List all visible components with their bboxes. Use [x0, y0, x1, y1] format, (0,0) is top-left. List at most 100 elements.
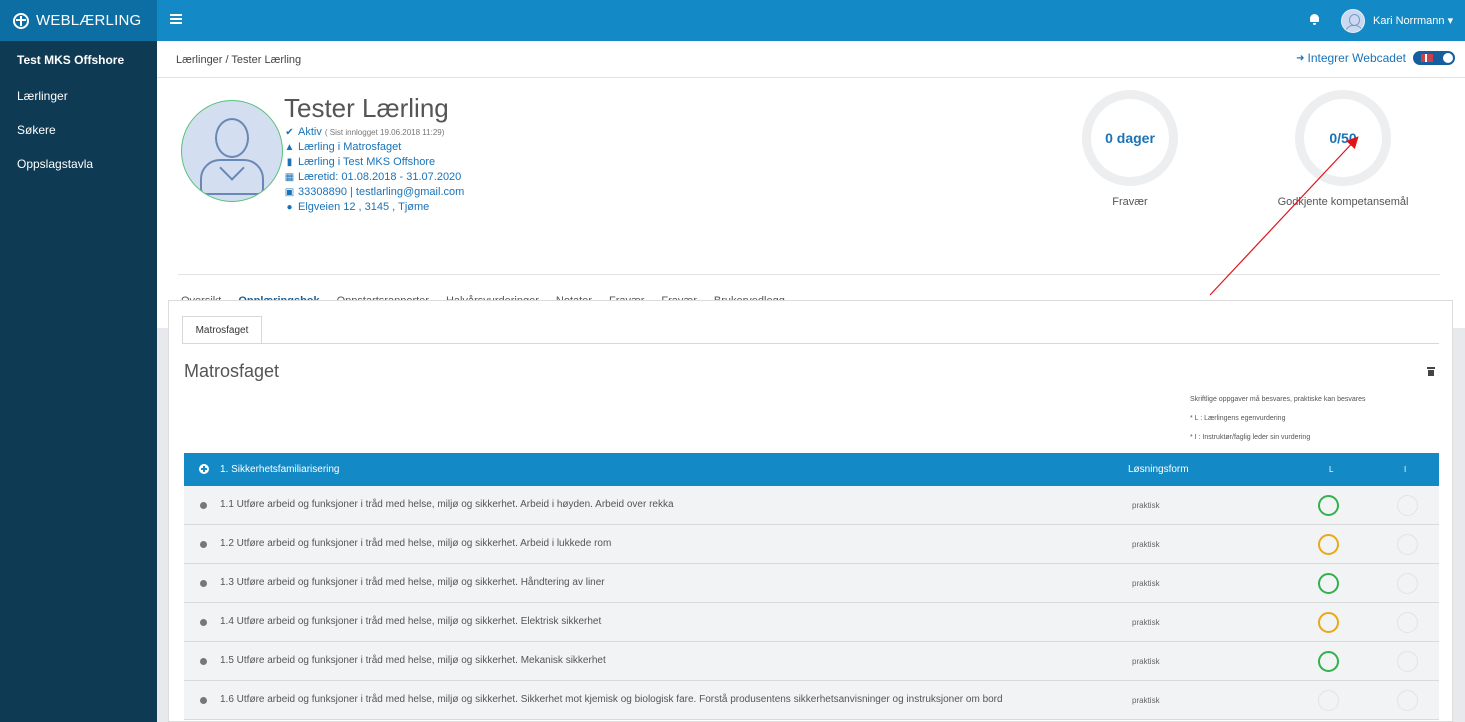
- top-bar: WEBLÆRLING Kari Norrmann ▾: [0, 0, 1465, 41]
- status-text: Aktiv: [298, 126, 322, 138]
- table-row[interactable]: 1.2 Utføre arbeid og funksjoner i tråd m…: [184, 525, 1439, 564]
- book-icon: ▮: [286, 157, 293, 168]
- address-text: Elgveien 12 , 3145 , Tjøme: [298, 201, 430, 213]
- company-line: ▮ Lærling i Test MKS Offshore: [284, 155, 464, 170]
- instructor-assessment-circle[interactable]: [1397, 573, 1418, 594]
- user-menu[interactable]: Kari Norrmann ▾: [1373, 14, 1453, 27]
- instructor-assessment-circle[interactable]: [1397, 651, 1418, 672]
- expand-plus-icon[interactable]: [199, 464, 209, 474]
- brand-logo[interactable]: WEBLÆRLING: [0, 0, 157, 41]
- competence-goal-text: 1.3 Utføre arbeid og funksjoner i tråd m…: [220, 577, 605, 588]
- sidebar: Test MKS Offshore Lærlinger Søkere Oppsl…: [0, 41, 157, 722]
- training-book-card: Matrosfaget Matrosfaget Skriftlige oppga…: [168, 300, 1453, 722]
- competence-goal-text: 1.1 Utføre arbeid og funksjoner i tråd m…: [220, 499, 674, 510]
- legend-line-3: * I : Instruktør/faglig leder sin vurder…: [1190, 434, 1311, 441]
- assessment-legend: Skriftlige oppgaver må besvares, praktis…: [1190, 394, 1450, 451]
- solution-form: praktisk: [1132, 657, 1160, 666]
- learner-assessment-circle[interactable]: [1318, 612, 1339, 633]
- breadcrumb[interactable]: Lærlinger / Tester Lærling: [176, 54, 301, 66]
- solution-form: praktisk: [1132, 696, 1160, 705]
- webcadet-label: Integrer Webcadet: [1307, 51, 1406, 65]
- status-line: ✔ Aktiv ( Sist innlogget 19.06.2018 11:29…: [284, 125, 464, 140]
- table-row[interactable]: 1.1 Utføre arbeid og funksjoner i tråd m…: [184, 486, 1439, 525]
- trash-icon[interactable]: [1427, 367, 1435, 376]
- instructor-assessment-circle[interactable]: [1397, 690, 1418, 711]
- absence-label: Fravær: [1112, 196, 1148, 208]
- competence-goal-text: 1.6 Utføre arbeid og funksjoner i tråd m…: [220, 694, 1003, 705]
- profile-name: Tester Lærling: [284, 93, 449, 123]
- sidebar-item-org[interactable]: Test MKS Offshore: [0, 41, 157, 79]
- legend-line-2: * L : Lærlingens egenvurdering: [1190, 415, 1286, 422]
- approved-goals-stat-circle: 0/50: [1295, 90, 1391, 186]
- bullet-icon: [200, 502, 207, 509]
- table-row[interactable]: 1.3 Utføre arbeid og funksjoner i tråd m…: [184, 564, 1439, 603]
- solution-form-header: Løsningsform: [1128, 464, 1189, 475]
- solution-form: praktisk: [1132, 501, 1160, 510]
- brand-name: WEBLÆRLING: [36, 12, 142, 29]
- profile-panel: Tester Lærling ✔ Aktiv ( Sist innlogget 1…: [157, 78, 1465, 328]
- learner-assessment-circle[interactable]: [1318, 495, 1339, 516]
- legend-line-1: Skriftlige oppgaver må besvares, praktis…: [1190, 396, 1366, 403]
- table-row[interactable]: 1.6 Utføre arbeid og funksjoner i tråd m…: [184, 681, 1439, 720]
- company-text: Lærling i Test MKS Offshore: [298, 156, 436, 168]
- bullet-icon: [200, 658, 207, 665]
- instructor-assessment-circle[interactable]: [1397, 534, 1418, 555]
- bullet-icon: [200, 697, 207, 704]
- absence-value: 0 dager: [1105, 130, 1155, 146]
- table-row[interactable]: 1.4 Utføre arbeid og funksjoner i tråd m…: [184, 603, 1439, 642]
- l-column-header: L: [1329, 465, 1334, 474]
- graduation-cap-icon: ▲: [284, 142, 295, 153]
- competence-goal-text: 1.5 Utføre arbeid og funksjoner i tråd m…: [220, 655, 606, 666]
- period-line: ▦ Læretid: 01.08.2018 - 31.07.2020: [284, 170, 464, 185]
- profile-info: ✔ Aktiv ( Sist innlogget 19.06.2018 11:29…: [284, 125, 465, 215]
- bullet-icon: [200, 541, 207, 548]
- flag-icon: [1421, 54, 1433, 62]
- user-avatar[interactable]: [1341, 9, 1365, 33]
- contact-line: ▣ 33308890 | testlarling@gmail.com: [284, 185, 465, 200]
- toggle-knob: [1443, 53, 1453, 63]
- breadcrumb-bar: Lærlinger / Tester Lærling ➜ Integrer We…: [157, 41, 1465, 78]
- webcadet-toggle[interactable]: [1413, 51, 1455, 65]
- instructor-assessment-circle[interactable]: [1397, 495, 1418, 516]
- i-column-header: I: [1404, 465, 1407, 474]
- notification-bell-icon[interactable]: [1309, 13, 1320, 25]
- id-card-icon: ▣: [284, 187, 295, 198]
- table-header[interactable]: 1. Sikkerhetsfamiliarisering Løsningsfor…: [184, 453, 1439, 486]
- profile-avatar: [181, 100, 283, 202]
- solution-form: praktisk: [1132, 540, 1160, 549]
- approved-goals-value: 0/50: [1329, 130, 1357, 146]
- instructor-assessment-circle[interactable]: [1397, 612, 1418, 633]
- section-title: Matrosfaget: [184, 361, 280, 381]
- contact-text[interactable]: 33308890 | testlarling@gmail.com: [298, 186, 464, 198]
- bullet-icon: [200, 580, 207, 587]
- integrate-webcadet-link[interactable]: ➜ Integrer Webcadet: [1296, 51, 1455, 65]
- learner-assessment-circle[interactable]: [1318, 690, 1339, 711]
- learner-assessment-circle[interactable]: [1318, 651, 1339, 672]
- menu-toggle-icon[interactable]: [170, 14, 182, 24]
- tab-matrosfaget[interactable]: Matrosfaget: [182, 316, 262, 343]
- learner-assessment-circle[interactable]: [1318, 573, 1339, 594]
- period-text: Læretid: 01.08.2018 - 31.07.2020: [298, 171, 462, 183]
- absence-stat-circle: 0 dager: [1082, 90, 1178, 186]
- sign-in-icon: ➜: [1296, 52, 1305, 64]
- solution-form: praktisk: [1132, 618, 1160, 627]
- section-header-title: 1. Sikkerhetsfamiliarisering: [220, 464, 340, 475]
- tabs-divider: [178, 274, 1440, 275]
- competence-table: 1. Sikkerhetsfamiliarisering Løsningsfor…: [184, 453, 1439, 720]
- competence-goal-text: 1.2 Utføre arbeid og funksjoner i tråd m…: [220, 538, 612, 549]
- approved-goals-label: Godkjente kompetansemål: [1277, 196, 1409, 208]
- table-row[interactable]: 1.5 Utføre arbeid og funksjoner i tråd m…: [184, 642, 1439, 681]
- calendar-icon: ▦: [284, 172, 295, 183]
- last-login-text: ( Sist innlogget 19.06.2018 11:29): [324, 128, 445, 137]
- trade-text: Lærling i Matrosfaget: [298, 141, 402, 153]
- main-content: Lærlinger / Tester Lærling ➜ Integrer We…: [157, 41, 1465, 722]
- sidebar-item-oppslagstavla[interactable]: Oppslagstavla: [0, 147, 157, 181]
- sidebar-item-sokere[interactable]: Søkere: [0, 113, 157, 147]
- address-line: ● Elgveien 12 , 3145 , Tjøme: [284, 200, 464, 215]
- competence-goal-text: 1.4 Utføre arbeid og funksjoner i tråd m…: [220, 616, 602, 627]
- trade-line: ▲ Lærling i Matrosfaget: [284, 140, 464, 155]
- sidebar-item-laerlinger[interactable]: Lærlinger: [0, 79, 157, 113]
- learner-assessment-circle[interactable]: [1318, 534, 1339, 555]
- solution-form: praktisk: [1132, 579, 1160, 588]
- anchor-icon: [13, 12, 29, 29]
